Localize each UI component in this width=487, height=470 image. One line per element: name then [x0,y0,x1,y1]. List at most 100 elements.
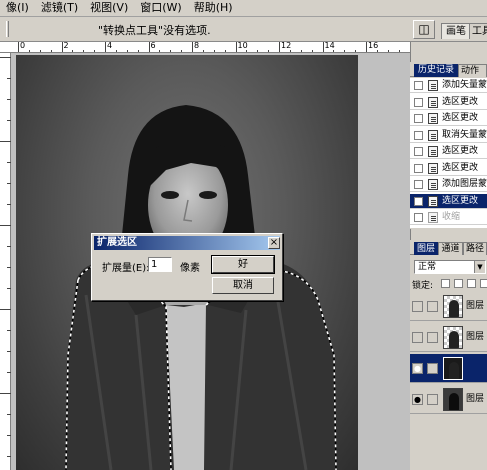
history-item[interactable]: 选区更改 [410,111,487,126]
history-state-icon [428,212,438,223]
ruler-tick [7,78,11,79]
menu-image[interactable]: 像(I) [0,0,35,16]
history-item[interactable]: 选区更改 [410,95,487,110]
menu-filter[interactable]: 滤镜(T) [35,0,84,16]
menu-window[interactable]: 窗口(W) [134,0,187,16]
ok-button[interactable]: 好 [211,255,275,274]
palette-well-tab-brushes[interactable]: 画笔 [441,23,471,39]
menu-help[interactable]: 帮助(H) [188,0,239,16]
history-state-icon [428,96,438,108]
history-item-label: 取消矢量蒙版 [442,129,487,140]
layer-thumbnail [443,326,463,349]
history-brush-source-checkbox[interactable] [414,180,423,189]
history-item[interactable]: 取消矢量蒙版 [410,128,487,143]
menu-view[interactable]: 视图(V) [84,0,134,16]
ruler-minor-tick [83,50,85,52]
options-hint-text: "转换点工具"没有选项. [98,24,211,37]
ruler-minor-tick [333,50,335,52]
ruler-minor-tick [28,50,30,52]
ruler-tick [7,120,11,121]
history-brush-source-checkbox[interactable] [414,81,423,90]
ruler-tick [0,225,11,226]
history-item[interactable]: 选区更改 [410,193,487,209]
history-state-icon [428,162,438,174]
ruler-minor-tick [115,50,117,52]
eye-icon[interactable]: ● [412,363,423,374]
options-bar-grip[interactable] [6,21,9,37]
lock-position-checkbox[interactable] [467,279,476,288]
chevron-down-icon[interactable]: ▼ [474,261,485,273]
tab-channels[interactable]: 通道 [438,242,463,255]
history-item[interactable]: 添加矢量蒙版 [410,78,487,93]
history-item[interactable]: 添加图层蒙版 [410,177,487,192]
thumbnail-figure [449,362,459,379]
history-item[interactable]: 选区更改 [410,144,487,159]
close-icon[interactable]: × [268,237,280,249]
lock-pixels-checkbox[interactable] [454,279,463,288]
blend-mode-select[interactable]: 正常 ▼ [414,260,486,274]
ruler-minor-tick [344,50,346,52]
tab-history[interactable]: 历史记录 [414,64,458,77]
layer-row[interactable]: 图层 [410,292,487,321]
lock-transparency-checkbox[interactable] [441,279,450,288]
ruler-tick [7,372,11,373]
eye-icon[interactable] [412,332,423,343]
history-item[interactable]: 收缩 [410,210,487,225]
ruler-tick [7,162,11,163]
thumbnail-figure [449,300,459,317]
vertical-ruler [0,53,11,470]
layer-row[interactable]: ● 图层 [410,385,487,414]
dialog-titlebar[interactable]: 扩展选区 × [94,236,280,250]
ruler-major-tick [61,42,63,52]
thumbnail-figure [449,393,459,410]
history-item[interactable]: 选区更改 [410,161,487,176]
layer-row[interactable]: 图层 [410,323,487,352]
expand-amount-input[interactable]: 1 [148,257,172,272]
history-item-label: 添加矢量蒙版 [442,80,487,90]
ruler-number: 4 [107,42,113,50]
history-item-label: 选区更改 [442,162,479,173]
ruler-tick [0,141,11,142]
canvas-gutter [358,55,410,470]
ruler-minor-tick [159,50,161,52]
thumbnail-figure [449,331,459,348]
tab-actions[interactable]: 动作 [458,64,487,77]
ruler-major-tick [366,42,367,52]
history-item-label: 收缩 [442,212,461,222]
ruler-tick [7,435,11,436]
cancel-button[interactable]: 取消 [212,277,274,294]
layer-name: 图层 [466,332,485,342]
ruler-number: 16 [368,42,379,50]
tab-paths[interactable]: 路径 [463,242,487,255]
ruler-tick [7,330,11,331]
lock-all-checkbox[interactable] [480,279,487,288]
history-brush-source-checkbox[interactable] [414,213,423,222]
brush-link-icon[interactable] [427,301,438,312]
menu-bar: 像(I) 滤镜(T) 视图(V) 窗口(W) 帮助(H) [0,0,487,17]
layer-row[interactable]: ● [410,354,487,383]
horizontal-ruler: 02468101214161820 [0,42,410,53]
history-brush-source-checkbox[interactable] [414,114,423,123]
history-brush-source-checkbox[interactable] [414,196,423,206]
history-brush-source-checkbox[interactable] [414,147,423,156]
blend-mode-value: 正常 [418,262,437,272]
eye-icon[interactable]: ● [412,394,423,405]
history-brush-source-checkbox[interactable] [414,97,423,107]
ruler-tick [7,204,11,205]
ruler-number: 12 [281,42,292,50]
ruler-number: 6 [150,42,156,50]
brush-link-icon[interactable] [427,332,438,343]
brush-link-icon[interactable] [427,363,438,374]
palette-well-icon[interactable]: ◫ [413,20,435,39]
brush-link-icon[interactable] [427,394,438,405]
ruler-minor-tick [224,50,226,52]
layer-name: 图层 [466,394,485,404]
tab-layers[interactable]: 图层 [414,242,438,255]
ruler-tick [0,393,11,394]
history-item-label: 选区更改 [442,195,479,206]
history-item-label: 添加图层蒙版 [442,179,487,189]
palette-well-tab-tools[interactable]: 工具 [469,23,487,39]
history-brush-source-checkbox[interactable] [414,163,423,173]
history-brush-source-checkbox[interactable] [414,130,423,140]
eye-icon[interactable] [412,301,423,312]
